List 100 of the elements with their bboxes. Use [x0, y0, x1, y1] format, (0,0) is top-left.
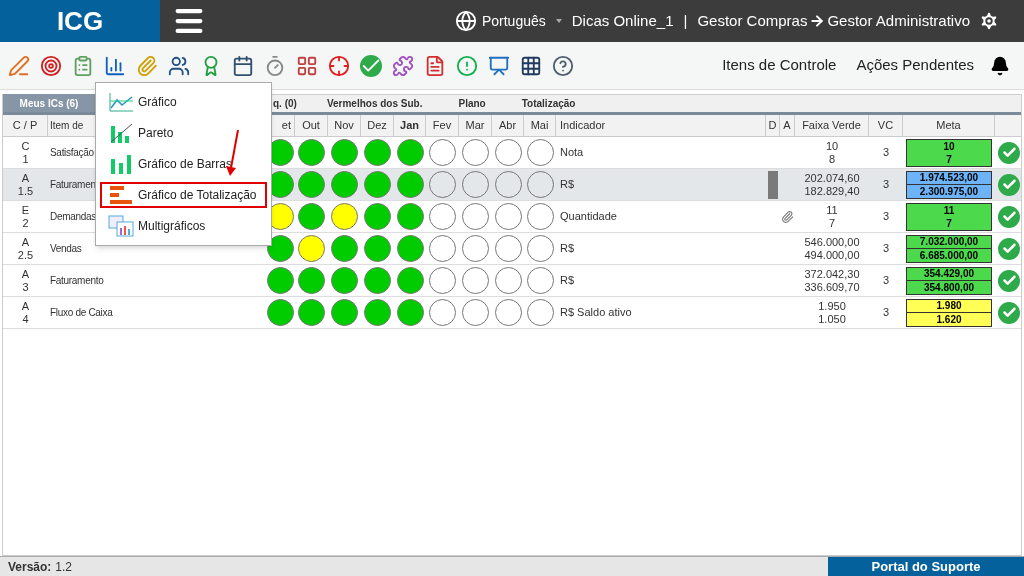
control-items-link[interactable]: Itens de Controle — [722, 54, 837, 77]
indicator-cell-text: Quantidade — [559, 209, 618, 225]
horizontal-bar-chart-icon — [108, 184, 134, 206]
bar-chart-icon — [108, 153, 134, 175]
table-row[interactable]: A 3 Faturamento R$ 372.042,30 336.609,70 3 354.429,00 354.800,00 — [3, 265, 1021, 297]
priority-cell-text: A 4 — [20, 299, 31, 326]
target-values: 11 7 — [906, 202, 992, 231]
check-icon — [998, 141, 1020, 164]
globe-icon[interactable] — [454, 10, 477, 32]
column-header: Faixa Verde — [795, 115, 869, 136]
column-header: Meta — [903, 115, 995, 136]
indicator-cell-text: R$ — [559, 241, 576, 257]
tab[interactable]: q. (0) — [265, 94, 305, 112]
vc-cell-text: 3 — [881, 177, 891, 193]
paperclip-icon[interactable] — [781, 208, 794, 225]
grid-icon[interactable] — [520, 54, 542, 77]
column-header: Out — [295, 115, 328, 136]
pending-actions-link[interactable]: Ações Pendentes — [856, 54, 974, 77]
pdf-icon[interactable] — [424, 54, 446, 77]
tab[interactable]: Totalização — [507, 94, 590, 112]
range-cell-text: 546.000,00 494.000,00 — [803, 235, 861, 262]
vc-cell-text: 3 — [881, 273, 891, 289]
role-to: Gestor Administrativo — [827, 10, 970, 31]
check-icon — [998, 269, 1020, 292]
range-cell-text: 202.074,60 182.829,40 — [803, 171, 861, 198]
target-icon[interactable] — [40, 54, 62, 77]
indicator-cell-text: Nota — [559, 145, 585, 161]
calendar-icon[interactable] — [232, 54, 254, 77]
target-values: 1.980 1.620 — [906, 298, 992, 327]
support-portal-link[interactable]: Portal do Suporte — [828, 557, 1024, 576]
column-header: D — [766, 115, 780, 136]
stopwatch-icon[interactable] — [264, 54, 286, 77]
crosshair-icon[interactable] — [328, 54, 350, 77]
role-from: Gestor Compras — [697, 10, 808, 31]
bar-chart-icon[interactable] — [104, 54, 126, 77]
priority-cell-text: A 2.5 — [16, 235, 35, 262]
presentation-icon[interactable] — [488, 54, 510, 77]
range-cell-text: 10 8 — [824, 139, 840, 166]
company-name: Dicas Online_1 — [571, 10, 674, 31]
target-values: 7.032.000,00 6.685.000,00 — [906, 234, 992, 263]
column-header: Abr — [492, 115, 524, 136]
range-cell-text: 11 7 — [825, 203, 839, 230]
alert-icon[interactable] — [456, 54, 478, 77]
column-header: Fev — [426, 115, 459, 136]
menu-item[interactable]: Gráfico de Totalização — [100, 182, 267, 208]
target-values: 354.429,00 354.800,00 — [906, 266, 992, 295]
check-icon — [998, 237, 1020, 260]
settings-icon[interactable] — [978, 10, 1000, 32]
priority-cell-text: A 3 — [20, 267, 31, 294]
target-values: 10 7 — [906, 138, 992, 167]
column-header: Mai — [524, 115, 556, 136]
multi-chart-icon — [108, 215, 134, 237]
tab[interactable]: Plano — [444, 94, 500, 112]
notification-icon[interactable] — [990, 55, 1010, 76]
logo: ICG — [0, 0, 160, 42]
checklist-icon[interactable] — [72, 54, 94, 77]
column-header: Mar — [459, 115, 492, 136]
column-header: A — [780, 115, 795, 136]
people-icon[interactable] — [168, 54, 190, 77]
tab[interactable]: Vermelhos dos Sub. — [312, 94, 437, 112]
target-values: 1.974.523,00 2.300.975,00 — [906, 170, 992, 199]
check-icon — [998, 173, 1020, 196]
version-number: 1.2 — [55, 558, 73, 576]
vc-cell-text: 3 — [881, 305, 891, 321]
column-header: Indicador — [556, 115, 766, 136]
version-label: Versão: — [8, 558, 52, 576]
range-cell-text: 372.042,30 336.609,70 — [803, 267, 861, 294]
item-name: Satisfação — [50, 147, 94, 159]
item-name: Fluxo de Caixa — [50, 307, 113, 319]
item-name: Demandas — [50, 211, 96, 223]
vc-cell-text: 3 — [881, 145, 891, 161]
check-icon — [998, 301, 1020, 324]
indicator-cell-text: R$ — [559, 177, 576, 193]
priority-cell-text: E 2 — [20, 203, 31, 230]
column-header: VC — [869, 115, 903, 136]
item-name: Vendas — [50, 243, 82, 255]
column-header: Jan — [394, 115, 426, 136]
column-header: C / P — [3, 115, 48, 136]
indicator-cell-text: R$ — [559, 273, 576, 289]
separator: | — [683, 10, 688, 31]
help-icon[interactable] — [552, 54, 574, 77]
menu-item[interactable]: Gráfico — [100, 89, 267, 115]
line-chart-icon — [108, 91, 134, 113]
puzzle-icon[interactable] — [392, 54, 414, 77]
caret-icon — [555, 19, 562, 23]
check-icon — [998, 205, 1020, 228]
edit-icon[interactable] — [8, 54, 30, 77]
language-selector[interactable]: Português — [481, 10, 546, 32]
vc-cell-text: 3 — [881, 209, 891, 225]
vc-cell-text: 3 — [881, 241, 891, 257]
table-row[interactable]: A 2.5 Vendas R$ 546.000,00 494.000,00 3 7.032.000,00 6.685.000,00 — [3, 233, 1021, 265]
table-row[interactable]: A 4 Fluxo de Caixa R$ Saldo ativo 1.950 1.050 3 1.980 1.620 — [3, 297, 1021, 329]
range-cell-text: 1.950 1.050 — [817, 299, 847, 326]
item-name: Faturamento — [50, 275, 104, 287]
item-name: Faturamen — [50, 179, 96, 191]
priority-cell-text: A 1.5 — [16, 171, 35, 198]
pareto-chart-icon — [108, 122, 134, 144]
column-header: Nov — [328, 115, 361, 136]
column-header: Dez — [361, 115, 394, 136]
indicator-cell-text: R$ Saldo ativo — [559, 305, 633, 321]
